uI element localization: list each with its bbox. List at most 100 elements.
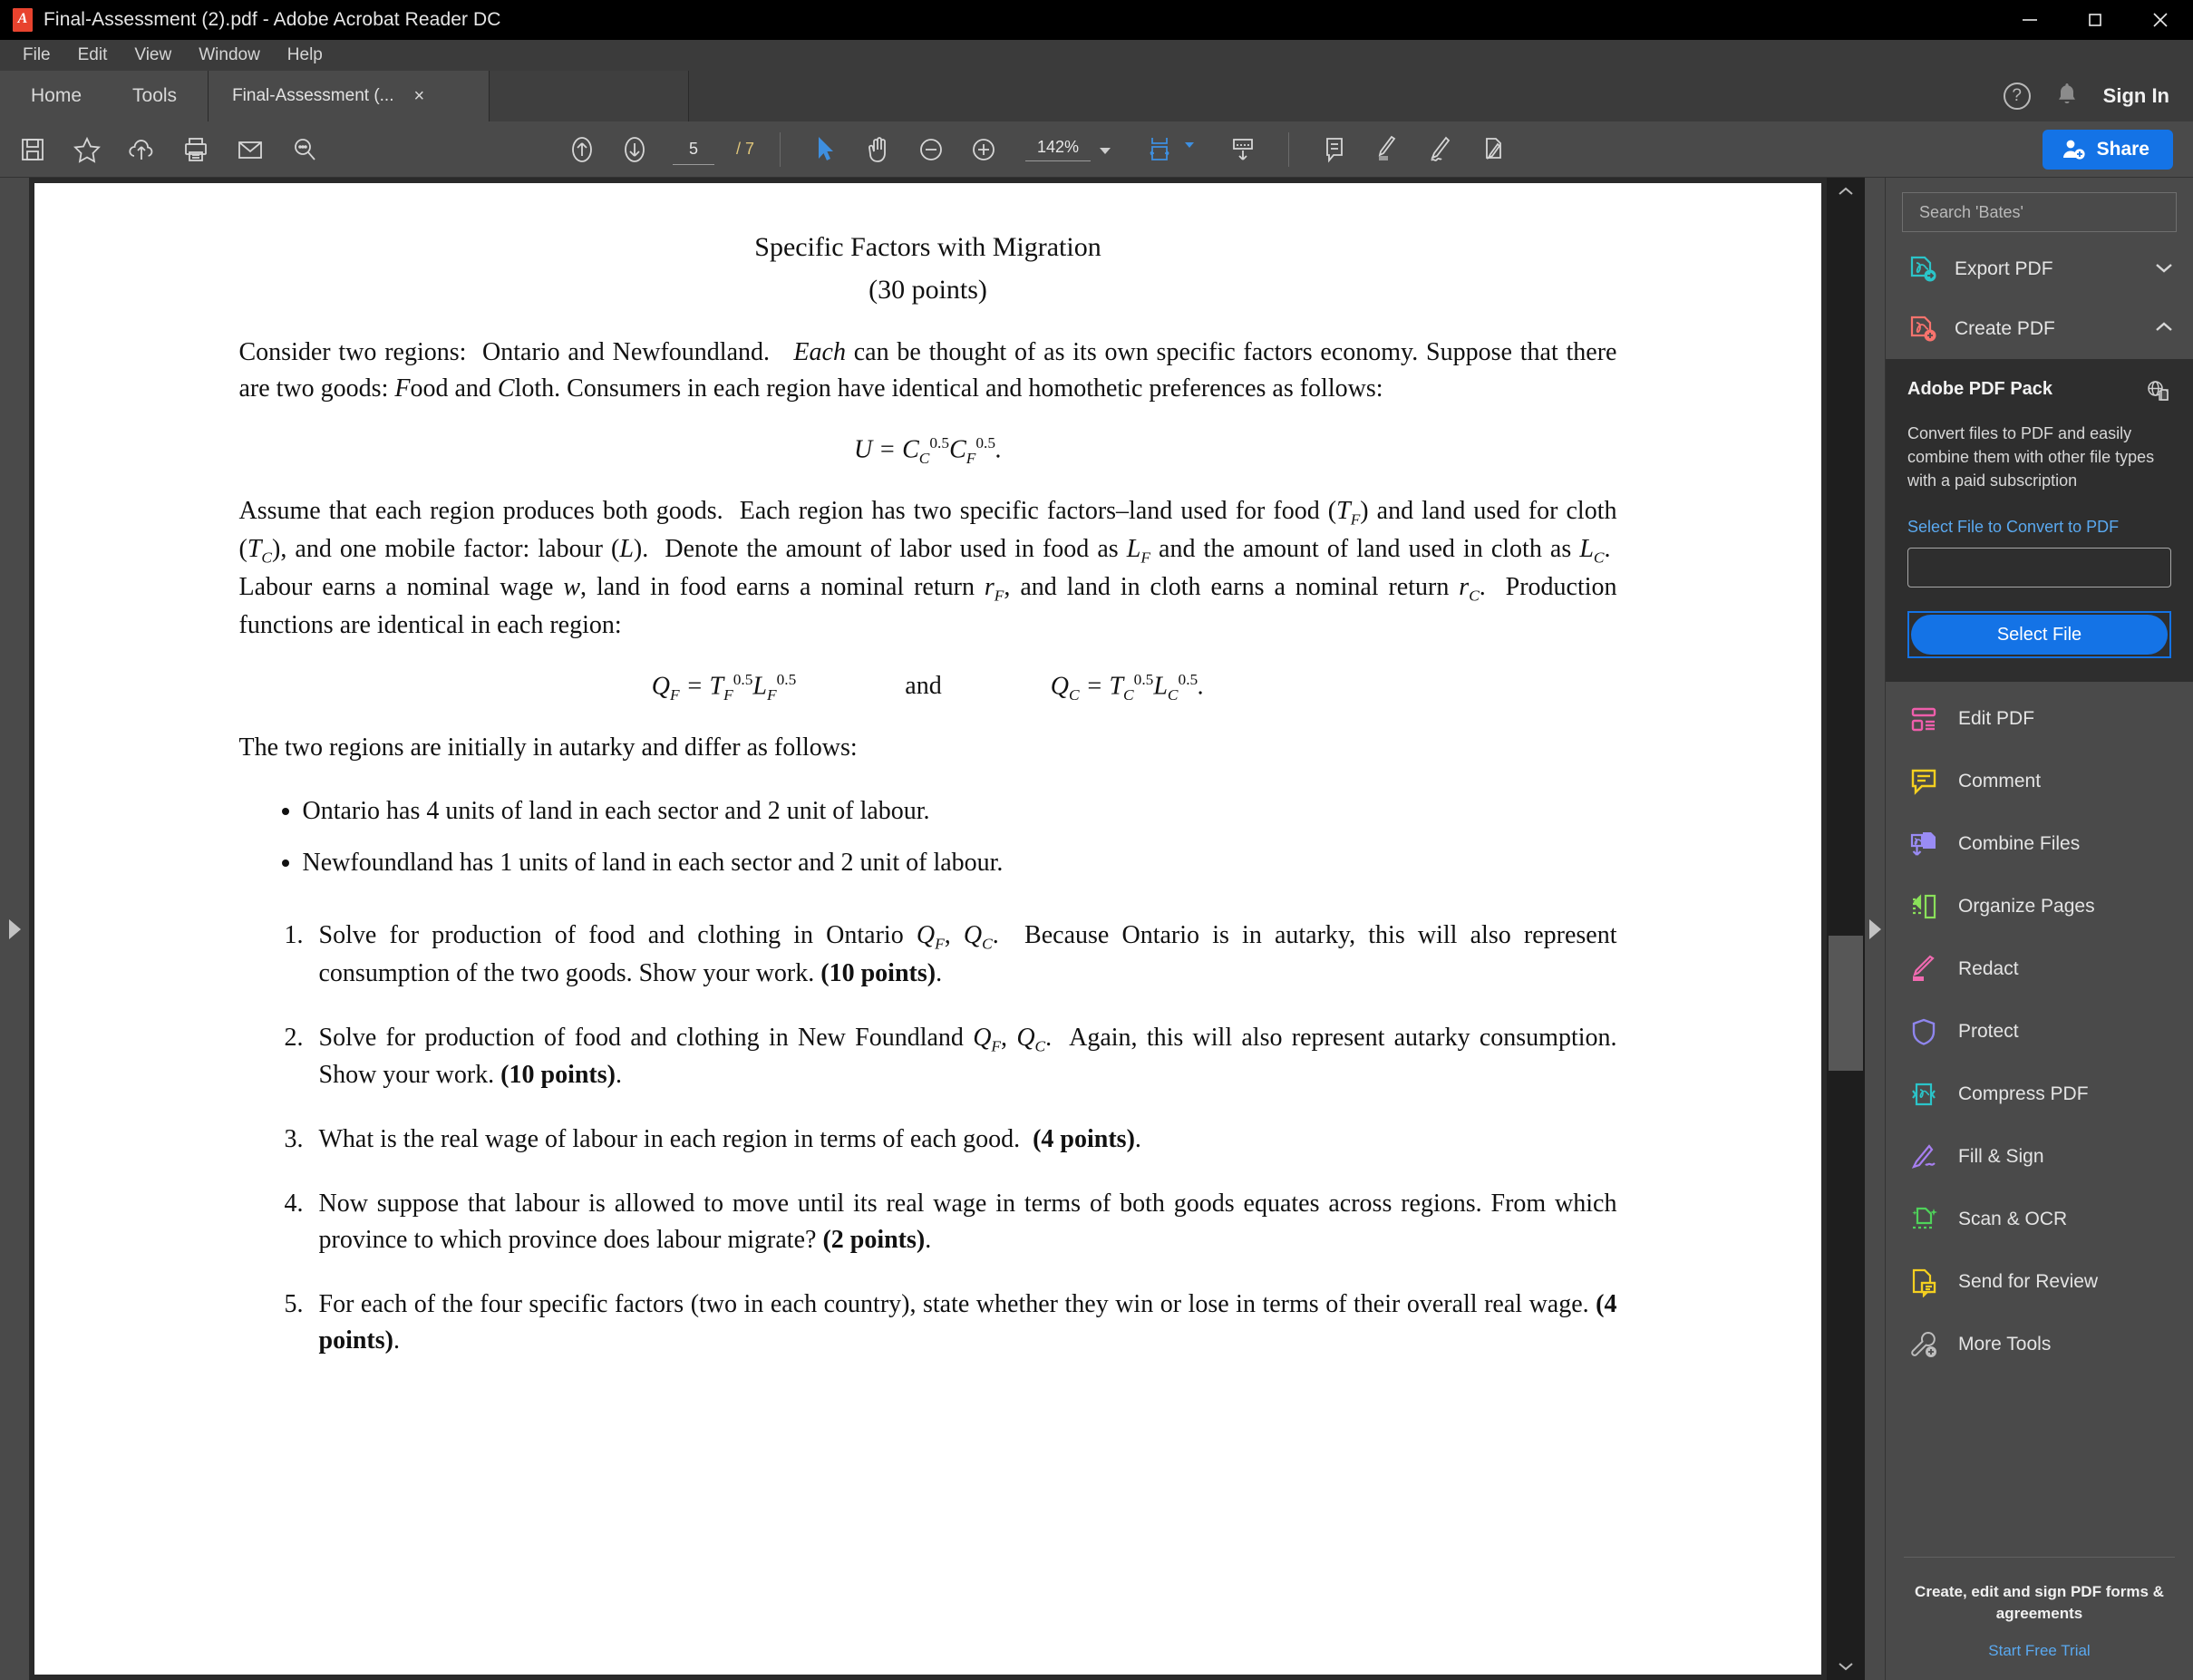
pdf-pack-file-input[interactable] <box>1907 548 2171 588</box>
question-item-5: For each of the four specific factors (t… <box>310 1287 1617 1360</box>
zoom-level-value[interactable]: 142% <box>1025 138 1092 161</box>
next-page-icon[interactable] <box>615 130 655 170</box>
acrobat-logo-icon <box>13 8 33 32</box>
equation-production: QF = TF0.5LF0.5 and QC = TC0.5LC0.5. <box>239 671 1617 704</box>
document-title-line2: (30 points) <box>868 274 987 305</box>
sign-in-button[interactable]: Sign In <box>2103 84 2169 108</box>
more-tools-icon <box>1907 1328 1940 1361</box>
window-controls <box>1997 0 2193 40</box>
equation-production-cloth: QC = TC0.5LC0.5. <box>1050 671 1205 704</box>
menu-view[interactable]: View <box>122 43 183 68</box>
zoom-in-icon[interactable] <box>964 130 1004 170</box>
email-icon[interactable] <box>230 130 270 170</box>
scrollbar-thumb[interactable] <box>1829 936 1863 1071</box>
tool-item-compress-pdf[interactable]: Compress PDF <box>1886 1063 2193 1125</box>
redact-icon <box>1907 953 1940 986</box>
tool-item-organize-pages[interactable]: Organize Pages <box>1886 875 2193 937</box>
scrollbar-track[interactable] <box>1827 205 1865 1653</box>
tool-item-redact[interactable]: Redact <box>1886 937 2193 1000</box>
print-icon[interactable] <box>176 130 216 170</box>
tool-item-edit-pdf[interactable]: Edit PDF <box>1886 687 2193 750</box>
page-number-input[interactable]: 5 <box>673 134 714 165</box>
start-free-trial-link[interactable]: Start Free Trial <box>1904 1642 2175 1660</box>
tools-list: Edit PDF Comment Combine Files Organize … <box>1886 682 2193 1375</box>
maximize-button[interactable] <box>2062 0 2128 40</box>
select-cursor-icon[interactable] <box>806 130 846 170</box>
minimize-button[interactable] <box>1997 0 2062 40</box>
previous-page-icon[interactable] <box>562 130 602 170</box>
document-vertical-scrollbar[interactable] <box>1827 178 1865 1680</box>
sign-icon[interactable] <box>1420 130 1460 170</box>
add-comment-icon[interactable] <box>1315 130 1354 170</box>
tab-bar-actions: ? Sign In <box>2003 71 2193 121</box>
scroll-down-arrow-icon[interactable] <box>1827 1653 1865 1680</box>
tool-item-protect[interactable]: Protect <box>1886 1000 2193 1063</box>
pdf-pack-select-link[interactable]: Select File to Convert to PDF <box>1907 518 2171 537</box>
toolbar-divider-2 <box>1288 131 1290 167</box>
share-button[interactable]: Share <box>2042 129 2173 170</box>
tab-document[interactable]: Final-Assessment (... × <box>209 71 490 121</box>
tool-item-combine-files[interactable]: Combine Files <box>1886 812 2193 875</box>
numbered-question-list: Solve for production of food and clothin… <box>239 918 1617 1360</box>
search-zoom-icon[interactable] <box>285 130 325 170</box>
fill-sign-icon[interactable] <box>1472 130 1512 170</box>
scroll-up-arrow-icon[interactable] <box>1827 178 1865 205</box>
chevron-up-icon[interactable] <box>2153 320 2175 339</box>
document-viewport: Specific Factors with Migration (30 poin… <box>29 178 1865 1680</box>
scan-ocr-label: Scan & OCR <box>1958 1208 2068 1229</box>
tool-item-fill-sign[interactable]: Fill & Sign <box>1886 1125 2193 1188</box>
bell-notification-icon[interactable] <box>2054 81 2080 112</box>
star-icon[interactable] <box>67 130 107 170</box>
save-icon[interactable] <box>13 130 53 170</box>
select-file-button[interactable]: Select File <box>1911 615 2168 655</box>
toolbar-center-group: 5 / 7 142% <box>562 130 1512 170</box>
help-icon[interactable]: ? <box>2003 83 2031 110</box>
menu-window[interactable]: Window <box>187 43 272 68</box>
hand-tool-icon[interactable] <box>859 130 898 170</box>
menu-file[interactable]: File <box>11 43 63 68</box>
right-panel-toggle[interactable] <box>1865 178 1885 1680</box>
acrobat-reader-window: Final-Assessment (2).pdf - Adobe Acrobat… <box>0 0 2193 1680</box>
close-icon[interactable]: × <box>414 87 425 105</box>
expand-right-arrow-icon-2[interactable] <box>1868 918 1881 939</box>
window-title: Final-Assessment (2).pdf - Adobe Acrobat… <box>44 9 501 30</box>
bullet-list: Ontario has 4 units of land in each sect… <box>239 793 1617 882</box>
search-input[interactable]: Search 'Bates' <box>1902 192 2177 232</box>
panel-item-export-pdf[interactable]: Export PDF <box>1886 239 2193 299</box>
equation-production-food: QF = TF0.5LF0.5 <box>651 671 797 704</box>
tool-item-send-for-review[interactable]: Send for Review <box>1886 1250 2193 1313</box>
tab-bar-filler <box>689 71 2004 121</box>
left-panel-toggle[interactable] <box>0 178 29 1680</box>
share-person-icon <box>2062 140 2085 160</box>
tool-item-comment[interactable]: Comment <box>1886 750 2193 812</box>
close-button[interactable] <box>2128 0 2193 40</box>
document-title-line1: Specific Factors with Migration <box>754 232 1101 262</box>
fit-page-icon[interactable] <box>1140 130 1179 170</box>
menu-help[interactable]: Help <box>276 43 335 68</box>
panel-item-create-pdf[interactable]: Create PDF <box>1886 299 2193 359</box>
expand-right-arrow-icon[interactable] <box>8 918 21 939</box>
paragraph-1: Consider two regions: Ontario and Newfou… <box>238 338 1617 403</box>
zoom-control[interactable]: 142% <box>1025 138 1111 161</box>
chevron-down-icon[interactable] <box>2153 260 2175 279</box>
page-scroll-icon[interactable] <box>1223 130 1263 170</box>
panel-spacer <box>1886 1375 2193 1556</box>
home-tools-group: Home Tools <box>0 71 209 121</box>
tab-home[interactable]: Home <box>5 71 107 121</box>
highlight-icon[interactable] <box>1367 130 1407 170</box>
panel-footer: Create, edit and sign PDF forms & agreem… <box>1904 1556 2175 1680</box>
export-pdf-label: Export PDF <box>1955 258 2053 279</box>
tab-tools[interactable]: Tools <box>107 71 202 121</box>
tool-item-scan-ocr[interactable]: Scan & OCR <box>1886 1188 2193 1250</box>
globe-document-icon <box>2146 379 2171 407</box>
paragraph-3: The two regions are initially in autarky… <box>238 733 858 762</box>
question-item-2: Solve for production of food and clothin… <box>310 1020 1617 1094</box>
comment-icon <box>1907 765 1940 798</box>
pdf-pack-header: Adobe PDF Pack <box>1907 379 2171 407</box>
menu-edit[interactable]: Edit <box>66 43 120 68</box>
upload-cloud-icon[interactable] <box>121 130 161 170</box>
tool-item-more-tools[interactable]: More Tools <box>1886 1313 2193 1375</box>
fit-page-chevron-icon[interactable] <box>1185 141 1195 148</box>
zoom-out-icon[interactable] <box>911 130 951 170</box>
chevron-down-icon[interactable] <box>1100 147 1111 154</box>
